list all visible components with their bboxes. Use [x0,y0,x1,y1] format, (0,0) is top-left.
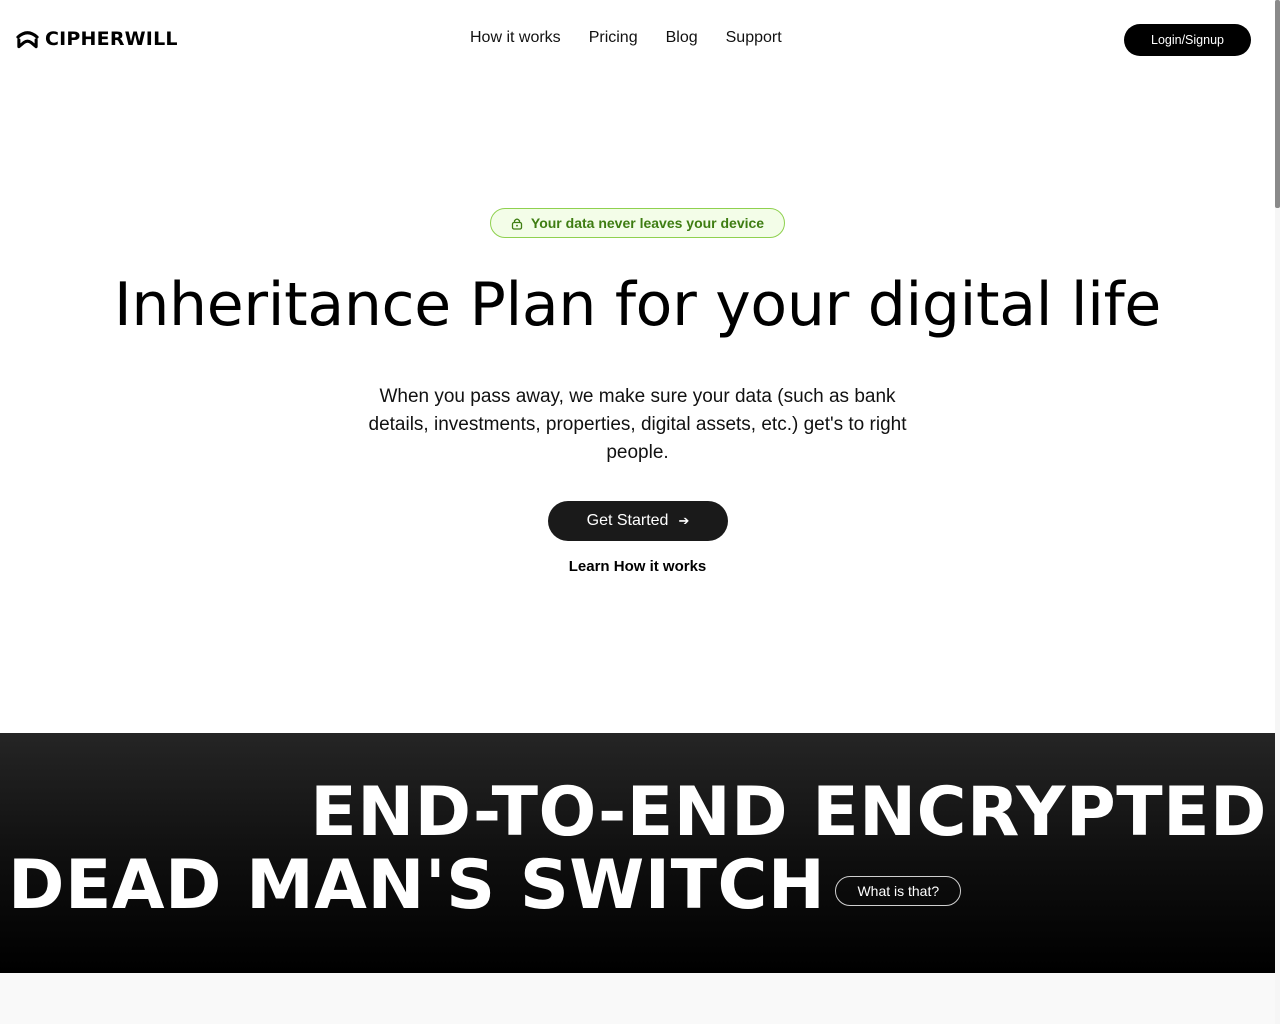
nav-blog[interactable]: Blog [666,29,698,47]
next-section [0,973,1275,1024]
lock-icon [511,218,523,230]
learn-how-it-works-link[interactable]: Learn How it works [569,558,707,575]
get-started-button[interactable]: Get Started ➔ [548,501,728,541]
login-signup-button[interactable]: Login/Signup [1124,24,1251,56]
banner-headline-switch: DEAD MAN'S SWITCH [8,846,826,925]
page: CIPHERWILL How it works Pricing Blog Sup… [0,0,1275,1024]
banner-line-dead-mans-switch: DEAD MAN'S SWITCH What is that? [8,846,962,926]
what-is-that-button[interactable]: What is that? [835,876,962,906]
hero-title: Inheritance Plan for your digital life [113,270,1162,340]
hero-subtitle: When you pass away, we make sure your da… [368,386,907,463]
main-nav: How it works Pricing Blog Support [470,29,782,47]
nav-pricing[interactable]: Pricing [589,29,638,47]
brand-name: CIPHERWILL [45,28,178,50]
nav-support[interactable]: Support [726,29,782,47]
banner-headline-encrypted: END-TO-END ENCRYPTED [310,773,1267,852]
scrollbar-thumb[interactable] [1275,0,1280,208]
learn-how-it-works-container: Learn How it works [0,558,1275,575]
privacy-badge: Your data never leaves your device [490,208,785,238]
site-header: CIPHERWILL How it works Pricing Blog Sup… [0,0,1275,78]
arrow-right-icon: ➔ [678,513,690,528]
page-scrollbar[interactable] [1275,0,1280,1024]
get-started-label: Get Started [586,512,669,529]
nav-how-it-works[interactable]: How it works [470,29,561,47]
feature-banner: END-TO-END ENCRYPTED DEAD MAN'S SWITCH W… [0,733,1275,973]
cipherwill-logo-icon [16,31,39,49]
privacy-badge-text: Your data never leaves your device [530,215,765,231]
brand-logo[interactable]: CIPHERWILL [16,28,178,50]
